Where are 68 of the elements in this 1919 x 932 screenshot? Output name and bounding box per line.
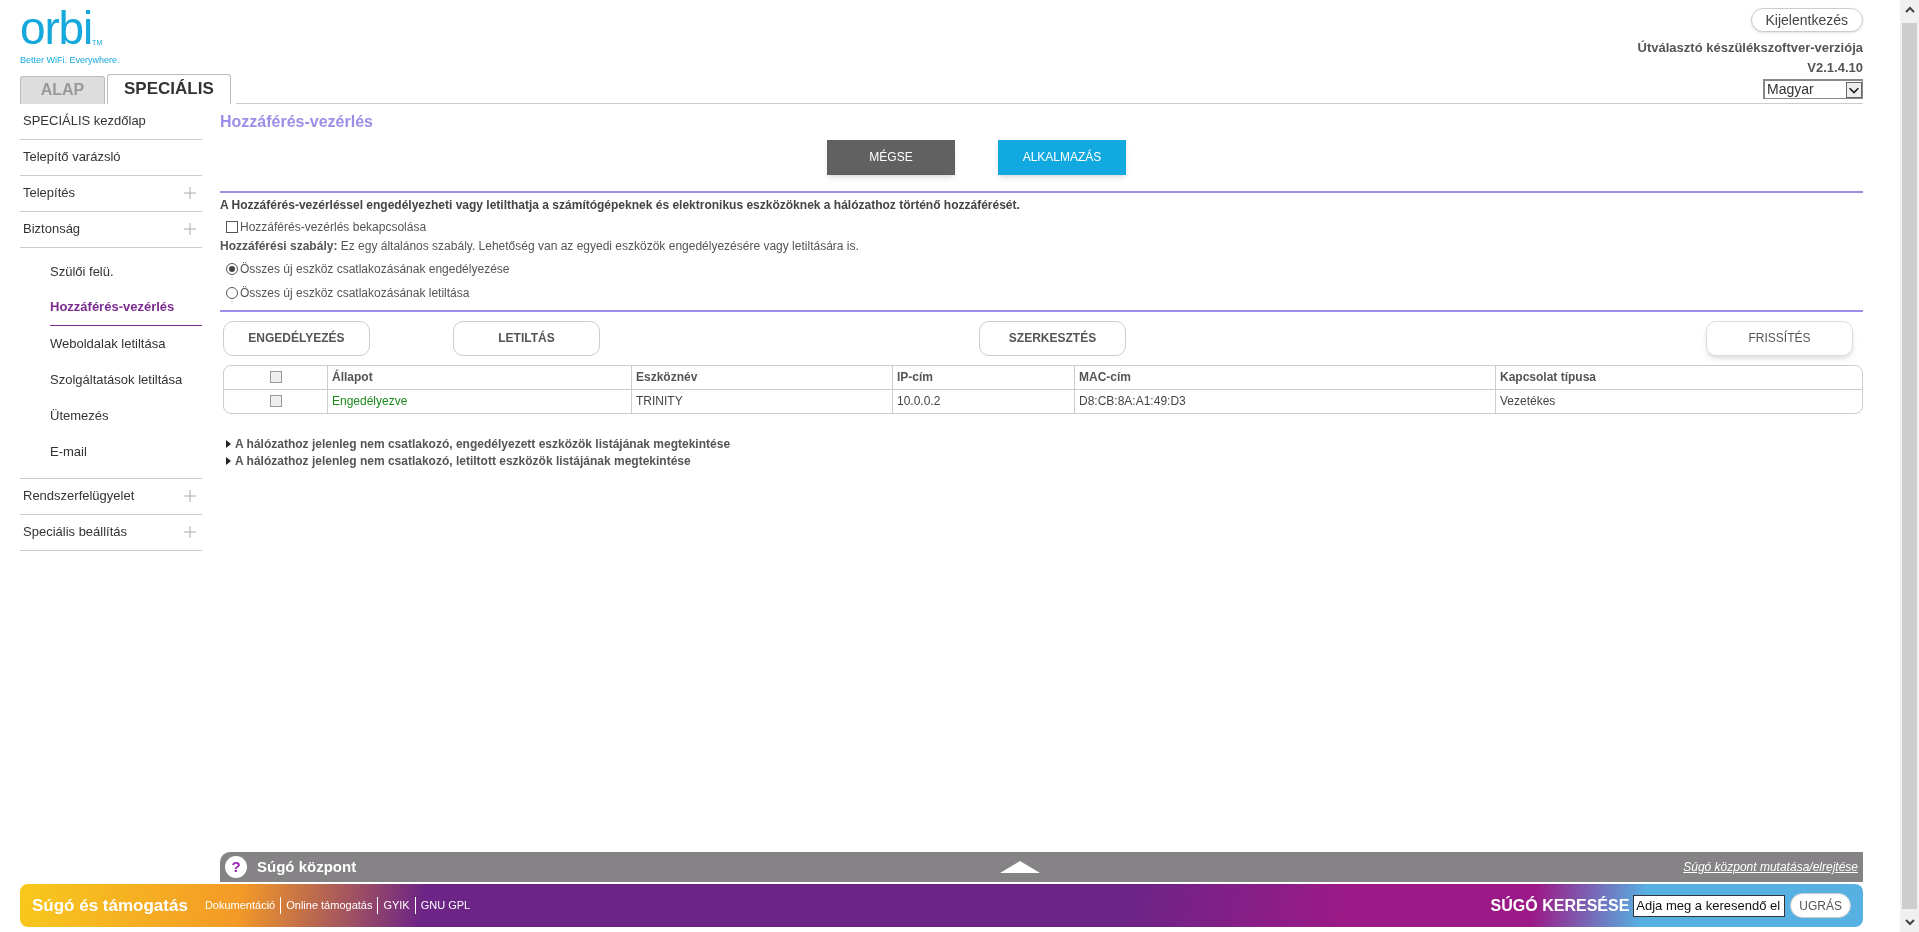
- sidebar-item[interactable]: Telepítés: [20, 175, 202, 212]
- tab[interactable]: SPECIÁLIS: [107, 73, 231, 104]
- checkbox[interactable]: [226, 220, 238, 233]
- column-header: Eszköznév: [632, 365, 893, 389]
- toggle-help-link[interactable]: Súgó központ mutatása/elrejtése: [1683, 858, 1858, 876]
- logout-button[interactable]: Kijelentkezés: [1750, 8, 1863, 32]
- plus-icon[interactable]: [184, 490, 196, 502]
- checkbox[interactable]: [269, 371, 282, 383]
- triangle-right-icon: [226, 440, 231, 448]
- sidebar-item[interactable]: SPECIÁLIS kezdőlap: [20, 103, 202, 140]
- radio-label: Összes új eszköz csatlakozásának letiltása: [240, 284, 470, 302]
- firmware-version: V2.1.4.10: [1807, 58, 1863, 77]
- go-button[interactable]: UGRÁS: [1790, 893, 1851, 918]
- support-title: Súgó és támogatás: [32, 894, 188, 917]
- sidebar-subitem[interactable]: Szülői felü.: [50, 253, 202, 290]
- action-button[interactable]: LETILTÁS: [453, 320, 600, 356]
- checkbox-label: Hozzáférés-vezérlés bekapcsolása: [240, 218, 427, 236]
- support-link[interactable]: Online támogatás: [280, 897, 378, 914]
- logo-wordmark: orbi: [20, 6, 93, 50]
- description-text: A Hozzáférés-vezérléssel engedélyezheti vagy letilthatja a számítógépeknek és elektronikus eszközöknek a hálózathoz történő hozzáférését.: [220, 196, 1021, 214]
- column-header: Állapot: [328, 365, 632, 389]
- plus-icon[interactable]: [184, 223, 196, 235]
- sidebar-item[interactable]: Speciális beállítás: [20, 514, 202, 551]
- action-button[interactable]: ENGEDÉLYEZÉS: [223, 320, 370, 356]
- radio-button[interactable]: [226, 286, 238, 299]
- column-header: MAC-cím: [1075, 365, 1496, 389]
- help-icon[interactable]: ?: [225, 856, 247, 878]
- radio-button[interactable]: [226, 262, 238, 275]
- sidebar-subitem[interactable]: Hozzáférés-vezérlés: [50, 289, 202, 326]
- chevron-down-icon[interactable]: [1904, 919, 1915, 926]
- sidebar-item[interactable]: Rendszerfelügyelet: [20, 478, 202, 515]
- help-center-title: Súgó központ: [257, 856, 357, 877]
- plus-icon[interactable]: [184, 526, 196, 538]
- scrollbar[interactable]: [1900, 0, 1919, 932]
- sidebar-item[interactable]: Biztonság: [20, 211, 202, 248]
- table-cell: 10.0.0.2: [893, 389, 1075, 413]
- column-header: Kapcsolat típusa: [1499, 369, 1598, 386]
- table-cell-text: Vezetékes: [1499, 393, 1557, 410]
- refresh-button[interactable]: FRISSÍTÉS: [1706, 320, 1853, 356]
- chevron-down-icon: [1846, 81, 1862, 98]
- column-header: IP-cím: [893, 365, 1075, 389]
- support-link[interactable]: GNU GPL: [414, 897, 476, 914]
- expander-link[interactable]: A hálózathoz jelenleg nem csatlakozó, engedélyezett eszközök listájának megtekintése: [226, 435, 1863, 453]
- action-button[interactable]: SZERKESZTÉS: [979, 320, 1126, 356]
- table-cell: Engedélyezve: [328, 389, 632, 413]
- checkbox[interactable]: [269, 395, 282, 407]
- plus-icon[interactable]: [184, 187, 196, 199]
- search-field[interactable]: Adja meg a keresendő el: [1633, 894, 1786, 917]
- cancel-button[interactable]: MÉGSE: [827, 139, 955, 175]
- logo-tagline: Better WiFi. Everywhere.: [20, 54, 121, 67]
- firmware-label: Útválasztó készülékszoftver-verziója: [1637, 39, 1863, 57]
- page-title: Hozzáférés-vezérlés: [220, 111, 374, 132]
- language-select[interactable]: Magyar: [1763, 79, 1863, 99]
- sidebar-item[interactable]: Telepítő varázsló: [20, 139, 202, 176]
- support-link[interactable]: GYIK: [377, 897, 415, 914]
- sidebar-subitem[interactable]: E-mail: [50, 433, 202, 470]
- radio-label: Összes új eszköz csatlakozásának engedélyezése: [240, 260, 510, 278]
- table-cell: TRINITY: [632, 389, 893, 413]
- sidebar-subitem[interactable]: Ütemezés: [50, 397, 202, 434]
- expander-link[interactable]: A hálózathoz jelenleg nem csatlakozó, letiltott eszközök listájának megtekintése: [226, 452, 1863, 470]
- sidebar-subitem[interactable]: Szolgáltatások letiltása: [50, 361, 202, 398]
- table-cell: D8:CB:8A:A1:49:D3: [1075, 389, 1496, 413]
- sidebar-subitem[interactable]: Weboldalak letiltása: [50, 325, 202, 362]
- search-label: SÚGÓ KERESÉSE: [1490, 895, 1630, 916]
- triangle-up-icon[interactable]: [999, 861, 1040, 873]
- triangle-right-icon: [226, 457, 231, 465]
- rule-text: Hozzáférési szabály: Ez egy általános szabály. Lehetőség van az egyedi eszközök engedélyezésére vagy letiltására is.: [220, 237, 860, 255]
- chevron-up-icon[interactable]: [1904, 6, 1915, 13]
